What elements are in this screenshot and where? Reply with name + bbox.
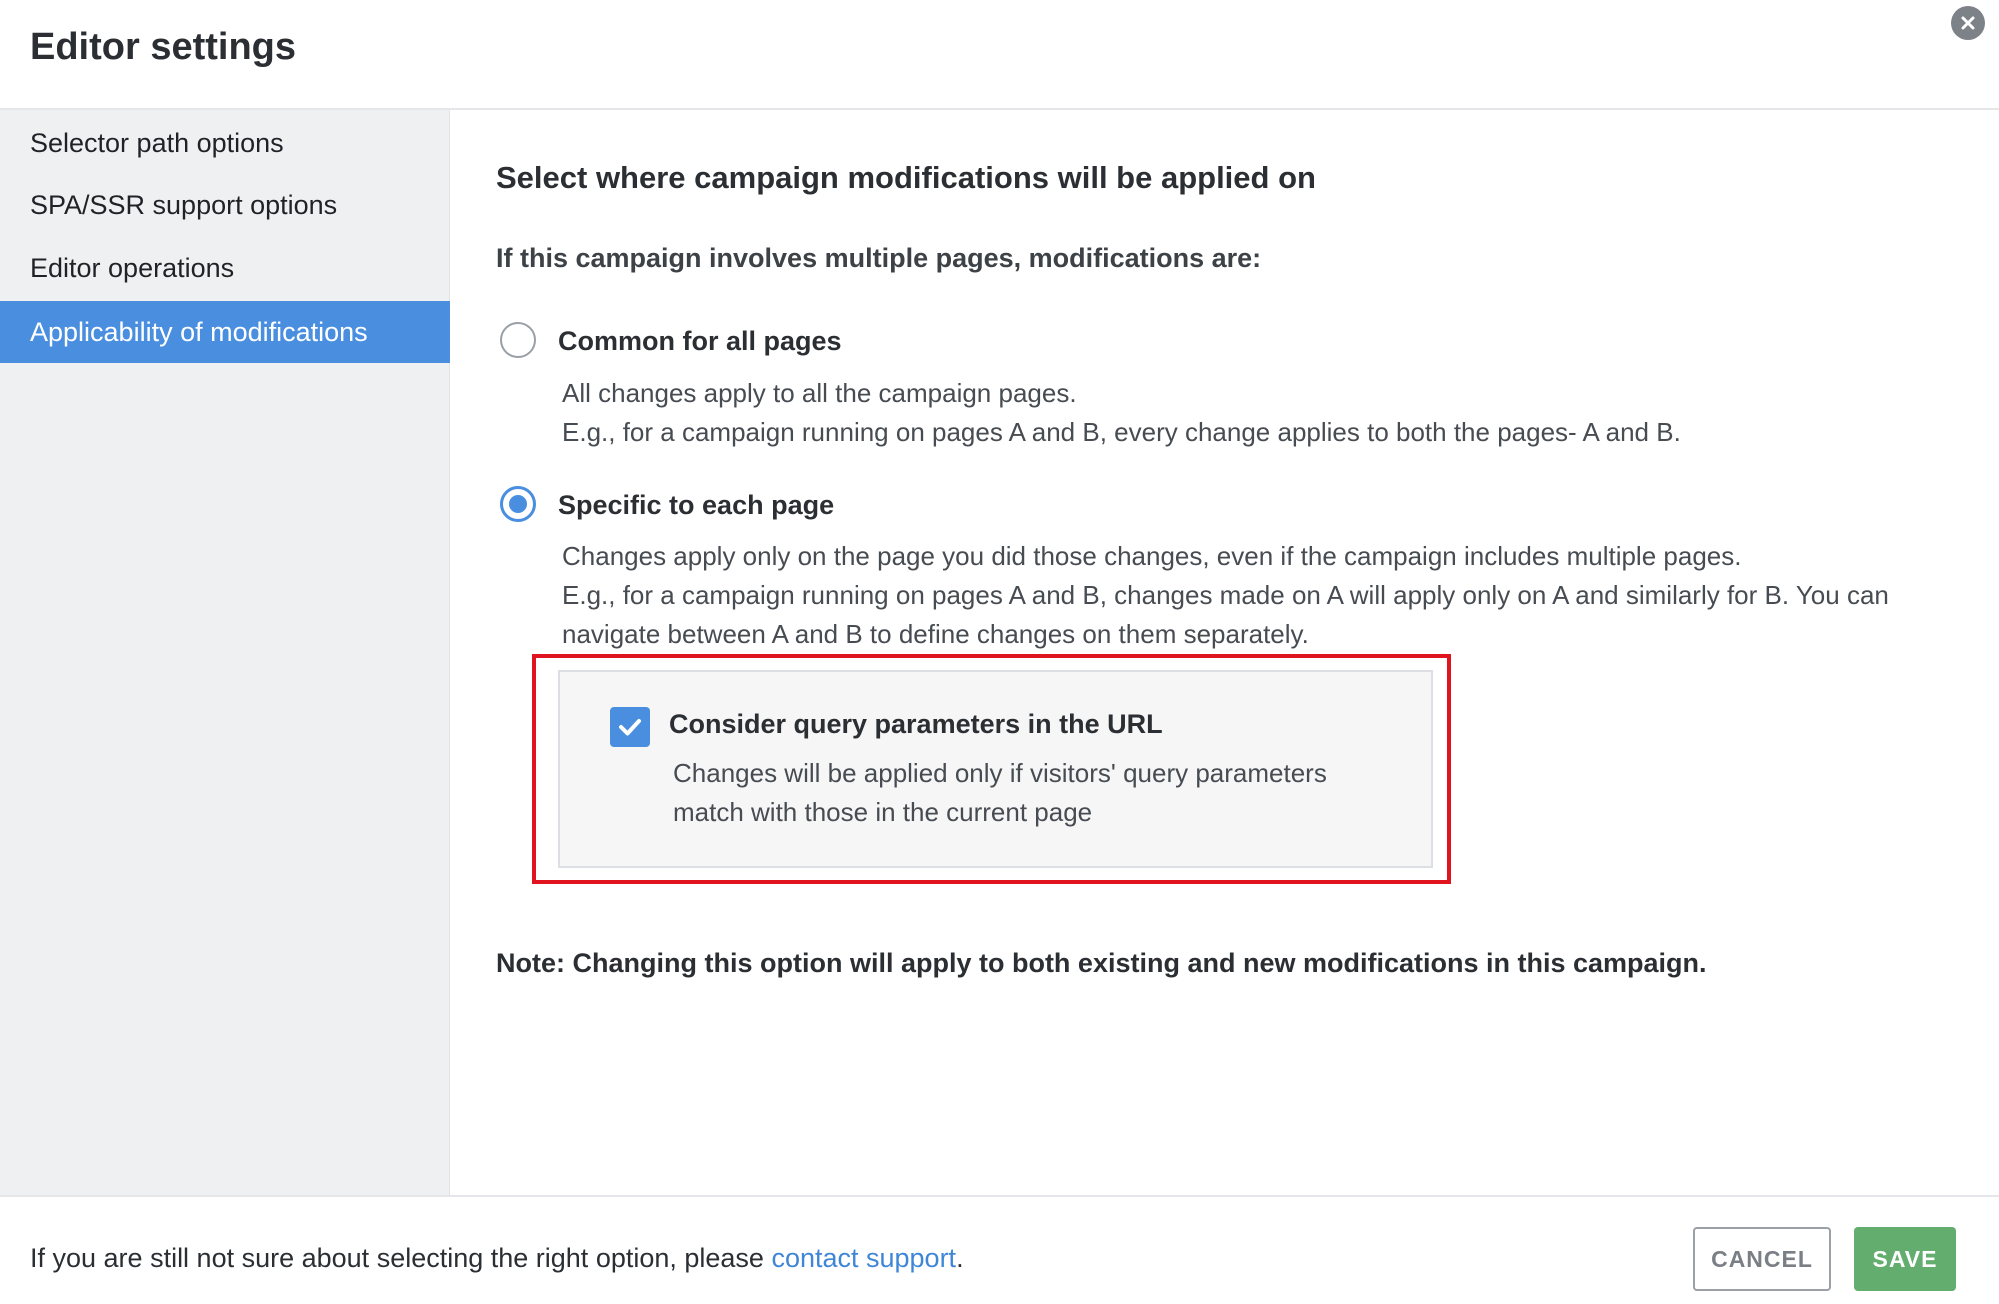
settings-panel: Select where campaign modifications will… bbox=[450, 110, 1999, 1195]
sidebar-item-editor-operations[interactable]: Editor operations bbox=[0, 237, 450, 299]
cancel-button[interactable]: CANCEL bbox=[1693, 1227, 1831, 1291]
help-text-suffix: . bbox=[956, 1243, 964, 1273]
radio-specific-to-each-page[interactable] bbox=[500, 486, 536, 522]
radio-common-for-all-pages[interactable] bbox=[500, 322, 536, 358]
help-text-prefix: If you are still not sure about selectin… bbox=[30, 1243, 772, 1273]
section-heading: Select where campaign modifications will… bbox=[496, 160, 1316, 195]
query-params-desc: Changes will be applied only if visitors… bbox=[673, 758, 1327, 827]
sidebar-item-applicability-of-modifications[interactable]: Applicability of modifications bbox=[0, 301, 450, 363]
dialog-footer: If you are still not sure about selectin… bbox=[0, 1195, 1999, 1304]
query-params-label: Consider query parameters in the URL bbox=[669, 709, 1163, 739]
option-label-common-for-all-pages: Common for all pages bbox=[558, 326, 842, 356]
help-text: If you are still not sure about selectin… bbox=[30, 1243, 964, 1274]
sidebar-item-spa-ssr-support-options[interactable]: SPA/SSR support options bbox=[0, 174, 450, 236]
option-label-specific-to-each-page: Specific to each page bbox=[558, 490, 835, 520]
option-desc-specific-to-each-page: Changes apply only on the page you did t… bbox=[562, 537, 1962, 654]
option-desc-line: Changes apply only on the page you did t… bbox=[562, 541, 1742, 571]
close-button[interactable] bbox=[1951, 6, 1985, 40]
option-desc-common-for-all-pages: All changes apply to all the campaign pa… bbox=[562, 374, 1962, 452]
query-params-checkbox[interactable] bbox=[610, 707, 650, 747]
sidebar-item-selector-path-options[interactable]: Selector path options bbox=[0, 112, 450, 174]
contact-support-link[interactable]: contact support bbox=[771, 1243, 956, 1273]
dialog-title: Editor settings bbox=[30, 26, 297, 68]
note-text: Note: Changing this option will apply to… bbox=[496, 948, 1707, 978]
option-desc-line: E.g., for a campaign running on pages A … bbox=[562, 417, 1681, 447]
dialog-header: Editor settings bbox=[0, 0, 1999, 110]
close-icon bbox=[1961, 16, 1975, 30]
checkmark-icon bbox=[619, 719, 641, 736]
settings-sidebar: Selector path options SPA/SSR support op… bbox=[0, 110, 450, 1195]
query-params-box: Consider query parameters in the URL Cha… bbox=[558, 670, 1433, 868]
section-subheading: If this campaign involves multiple pages… bbox=[496, 243, 1262, 273]
option-desc-line: All changes apply to all the campaign pa… bbox=[562, 378, 1077, 408]
save-button[interactable]: SAVE bbox=[1854, 1227, 1956, 1291]
option-desc-line: E.g., for a campaign running on pages A … bbox=[562, 580, 1889, 649]
